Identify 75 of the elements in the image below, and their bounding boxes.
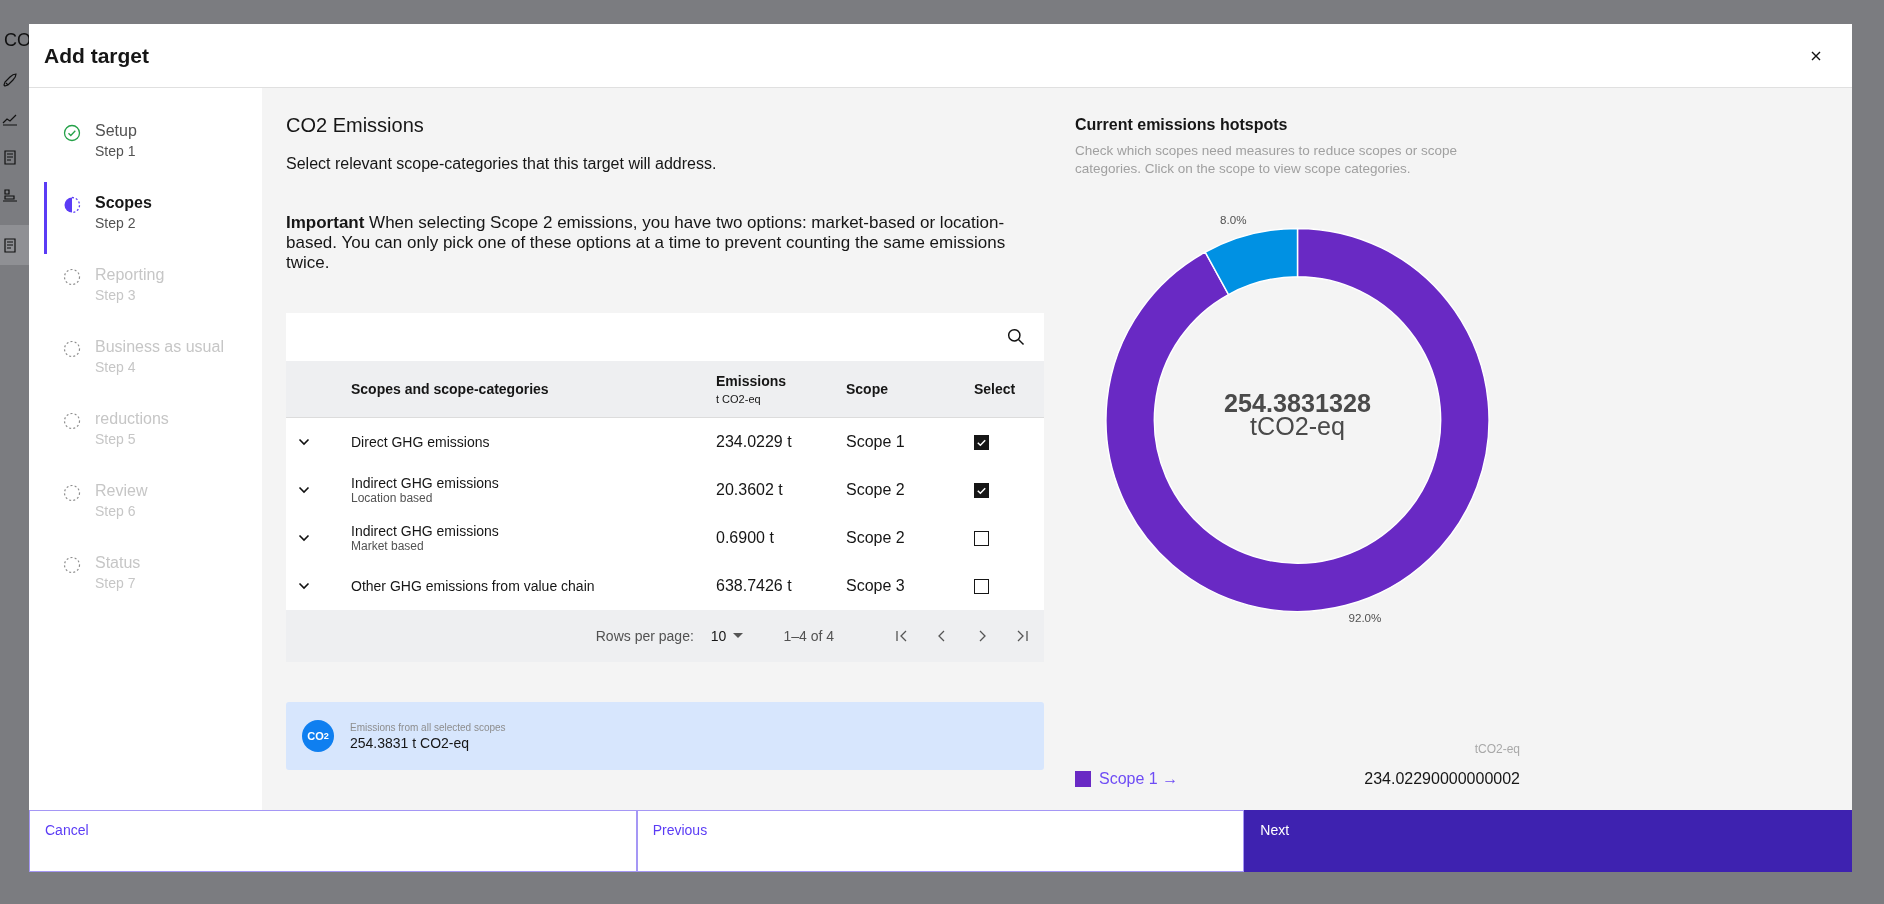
step-item[interactable]: Scopes Step 2 — [44, 182, 262, 254]
dashed-circle-icon — [63, 484, 81, 502]
dashed-circle-icon — [63, 412, 81, 430]
select-checkbox[interactable] — [974, 530, 989, 546]
column-header: Emissions — [716, 373, 788, 389]
legend-value: 234.02290000000002 — [1364, 770, 1520, 788]
step-number: Step 4 — [95, 359, 137, 375]
next-button[interactable]: Next — [1244, 810, 1852, 872]
select-checkbox[interactable] — [974, 578, 989, 594]
summary-value: 254.3831 t CO2-eq — [350, 734, 471, 751]
page-range: 1–4 of 4 — [783, 628, 834, 644]
scope-value: Scope 1 — [846, 433, 906, 451]
column-unit: t CO2-eq — [716, 393, 762, 405]
summary-label: Emissions from all selected scopes — [350, 721, 506, 733]
dashed-circle-icon — [63, 340, 81, 358]
emissions-value: 234.0229 t — [716, 433, 793, 451]
scope-value: Scope 2 — [846, 481, 906, 499]
clipboard-icon[interactable] — [1, 149, 18, 165]
emissions-value: 638.7426 t — [716, 577, 793, 595]
dashed-circle-icon — [63, 268, 81, 286]
step-number: Step 2 — [95, 215, 137, 231]
category-name: Indirect GHG emissions — [351, 475, 500, 491]
column-header: Select — [974, 381, 1017, 397]
column-header: Scopes and scope-categories — [351, 381, 550, 397]
category-basis: Market based — [351, 539, 425, 553]
step-item[interactable]: Setup Step 1 — [44, 110, 262, 182]
step-number: Step 5 — [95, 431, 137, 447]
rows-per-page-label: Rows per page: — [595, 628, 694, 644]
emissions-value: 20.3602 t — [716, 481, 784, 499]
search-icon[interactable] — [1007, 328, 1025, 346]
scope-link[interactable]: Scope 1 → — [1099, 770, 1179, 788]
dashed-circle-icon — [63, 556, 81, 574]
unit-label: tCO2-eq — [1474, 742, 1520, 756]
clipboard-icon[interactable] — [1, 237, 18, 253]
scope-value: Scope 2 — [846, 529, 906, 547]
emissions-value: 0.6900 t — [716, 529, 775, 547]
select-checkbox[interactable] — [974, 482, 989, 498]
close-icon[interactable] — [1810, 49, 1822, 62]
hierarchy-icon[interactable] — [1, 187, 18, 203]
step-label: reductions — [95, 410, 169, 428]
chevron-down-icon[interactable] — [298, 582, 310, 590]
footer-button[interactable]: Cancel — [29, 810, 637, 872]
rows-per-page-select[interactable]: 10 — [710, 628, 744, 644]
category-name: Other GHG emissions from value chain — [351, 578, 596, 594]
chevron-down-icon[interactable] — [298, 486, 310, 494]
step-label: Review — [95, 482, 148, 500]
step-label: Scopes — [95, 194, 152, 212]
step-number: Step 3 — [95, 287, 137, 303]
step-number: Step 1 — [95, 143, 137, 159]
note-text: Important When selecting Scope 2 emissions, you have two options: market-based or location-based. You can only pick one of these options at a time to prevent counting the same emissions twice. — [286, 213, 1007, 273]
dialog-title: Add target — [44, 43, 149, 68]
half-circle-icon — [63, 196, 81, 214]
step-label: Setup — [95, 122, 137, 140]
scope-value: Scope 3 — [846, 577, 906, 595]
step-label: Business as usual — [95, 338, 224, 356]
chevron-down-icon[interactable] — [298, 534, 310, 542]
caret-icon — [733, 633, 744, 639]
percent-label: 92.0% — [1348, 610, 1382, 624]
select-checkbox[interactable] — [974, 434, 989, 450]
step-label: Status — [95, 554, 141, 572]
percent-label: 8.0% — [1220, 213, 1247, 227]
category-basis: Location based — [351, 491, 434, 505]
chevron-down-icon[interactable] — [298, 438, 310, 446]
step-number: Step 6 — [95, 503, 137, 519]
check-circle-icon — [63, 124, 81, 142]
step-label: Reporting — [95, 266, 165, 284]
panel-description: Check which scopes need measures to reduce scopes or scope categories. Click on the scope to view scope categories. — [1075, 142, 1458, 178]
category-name: Indirect GHG emissions — [351, 523, 500, 539]
section-title: CO2 Emissions — [286, 114, 425, 137]
category-name: Direct GHG emissions — [351, 434, 491, 450]
step-number: Step 7 — [95, 575, 137, 591]
column-header: Scope — [846, 381, 889, 397]
intro-text: Select relevant scope-categories that this target will address. — [286, 155, 718, 173]
panel-title: Current emissions hotspots — [1075, 116, 1289, 134]
footer-button[interactable]: Previous — [636, 810, 1245, 872]
